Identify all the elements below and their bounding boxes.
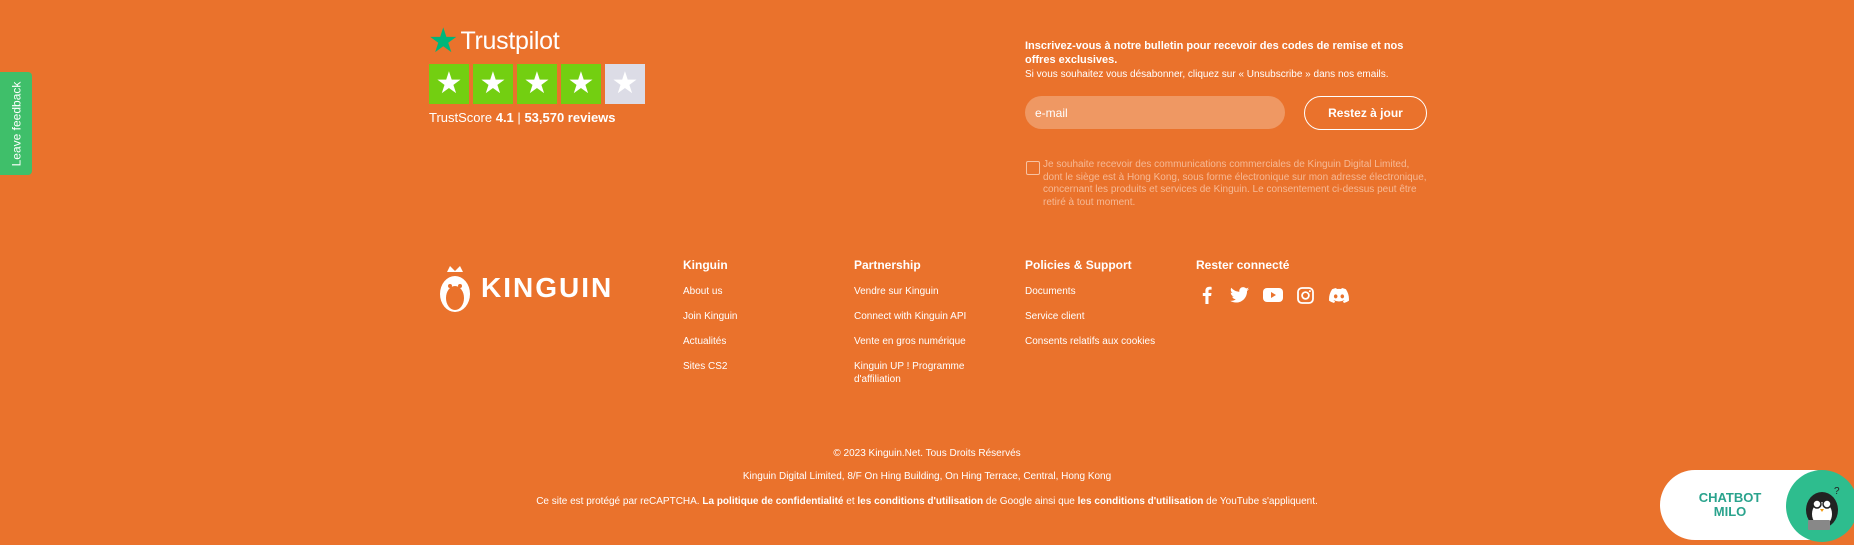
trustscore-value: 4.1	[495, 110, 514, 125]
consent-text: Je souhaite recevoir des communications …	[1043, 159, 1427, 208]
recaptcha-prefix: Ce site est protégé par reCAPTCHA.	[536, 496, 700, 507]
newsletter-title: Inscrivez-vous à notre bulletin pour rec…	[1025, 40, 1404, 66]
column-title: Partnership	[854, 258, 921, 272]
recaptcha-youtube-suffix: de YouTube s'appliquent.	[1206, 496, 1318, 507]
instagram-icon[interactable]	[1295, 285, 1316, 305]
recaptcha-google-mid: de Google ainsi que	[985, 496, 1075, 507]
link-kinguin-api[interactable]: Connect with Kinguin API	[854, 310, 969, 323]
chatbot-avatar-icon: ?	[1786, 470, 1854, 542]
twitter-icon[interactable]	[1229, 285, 1250, 305]
star-icon: ★	[561, 64, 601, 104]
star-icon: ★	[605, 64, 645, 104]
chatbot-label-line2: MILO	[1713, 504, 1747, 519]
youtube-icon[interactable]	[1262, 285, 1283, 305]
link-actualites[interactable]: Actualités	[683, 335, 737, 348]
star-icon: ★	[473, 64, 513, 104]
link-cookie-consents[interactable]: Consents relatifs aux cookies	[1025, 335, 1155, 348]
footer-column-partnership: Partnership Vendre sur Kinguin Connect w…	[854, 258, 969, 398]
trustscore[interactable]: TrustScore 4.1 | 53,570 reviews	[429, 110, 616, 125]
recaptcha-notice: Ce site est protégé par reCAPTCHA. La po…	[0, 496, 1854, 507]
link-about-us[interactable]: About us	[683, 285, 737, 298]
column-title: Rester connecté	[1196, 258, 1290, 272]
chatbot-label-line1: CHATBOT	[1698, 490, 1762, 505]
link-join-kinguin[interactable]: Join Kinguin	[683, 310, 737, 323]
trustpilot-brand: Trustpilot	[460, 26, 560, 55]
star-icon: ★	[517, 64, 557, 104]
leave-feedback-label: Leave feedback	[9, 81, 24, 166]
social-links	[1196, 285, 1349, 305]
link-affiliate-program[interactable]: Kinguin UP ! Programme d'affiliation	[854, 360, 969, 386]
link-service-client[interactable]: Service client	[1025, 310, 1155, 323]
penguin-icon	[440, 266, 470, 312]
privacy-policy-link[interactable]: La politique de confidentialité	[702, 496, 843, 507]
trustpilot-logo[interactable]: ★ Trustpilot	[428, 22, 560, 60]
leave-feedback-tab[interactable]: Leave feedback	[0, 72, 32, 175]
star-icon: ★	[429, 64, 469, 104]
newsletter-subscribe-button[interactable]: Restez à jour	[1304, 96, 1427, 130]
trustscore-reviews: 53,570 reviews	[524, 110, 616, 125]
trustscore-separator: |	[517, 110, 521, 125]
link-vendre-sur-kinguin[interactable]: Vendre sur Kinguin	[854, 285, 969, 298]
consent-checkbox[interactable]	[1026, 161, 1040, 175]
trustpilot-rating-stars: ★ ★ ★ ★ ★	[429, 64, 645, 104]
svg-text:?: ?	[1834, 486, 1840, 497]
footer-column-social: Rester connecté	[1196, 258, 1349, 305]
column-title: Kinguin	[683, 258, 728, 272]
footer-column-kinguin: Kinguin About us Join Kinguin Actualités…	[683, 258, 737, 385]
link-documents[interactable]: Documents	[1025, 285, 1155, 298]
newsletter-subtitle: Si vous souhaitez vous désabonner, cliqu…	[1025, 69, 1389, 80]
kinguin-logo[interactable]: KINGUIN	[435, 262, 613, 314]
link-vente-en-gros[interactable]: Vente en gros numérique	[854, 335, 969, 348]
chatbot-label: CHATBOT MILO	[1690, 491, 1770, 519]
column-title: Policies & Support	[1025, 258, 1132, 272]
link-sites-cs2[interactable]: Sites CS2	[683, 360, 737, 373]
discord-icon[interactable]	[1328, 285, 1349, 305]
google-terms-link[interactable]: les conditions d'utilisation	[857, 496, 983, 507]
trustscore-label: TrustScore	[429, 110, 493, 125]
footer: Leave feedback ★ Trustpilot ★ ★ ★ ★ ★ Tr…	[0, 0, 1854, 545]
kinguin-wordmark: KINGUIN	[481, 272, 614, 303]
footer-column-policies: Policies & Support Documents Service cli…	[1025, 258, 1155, 360]
facebook-icon[interactable]	[1196, 285, 1217, 305]
chatbot-milo-button[interactable]: CHATBOT MILO ?	[1660, 470, 1854, 542]
youtube-terms-link[interactable]: les conditions d'utilisation	[1078, 496, 1204, 507]
copyright: © 2023 Kinguin.Net. Tous Droits Réservés	[833, 448, 1021, 459]
newsletter-email-input[interactable]	[1025, 96, 1285, 129]
recaptcha-and: et	[846, 496, 855, 507]
trustpilot-star-icon: ★	[428, 22, 459, 60]
company-address: Kinguin Digital Limited, 8/F On Hing Bui…	[742, 471, 1112, 482]
